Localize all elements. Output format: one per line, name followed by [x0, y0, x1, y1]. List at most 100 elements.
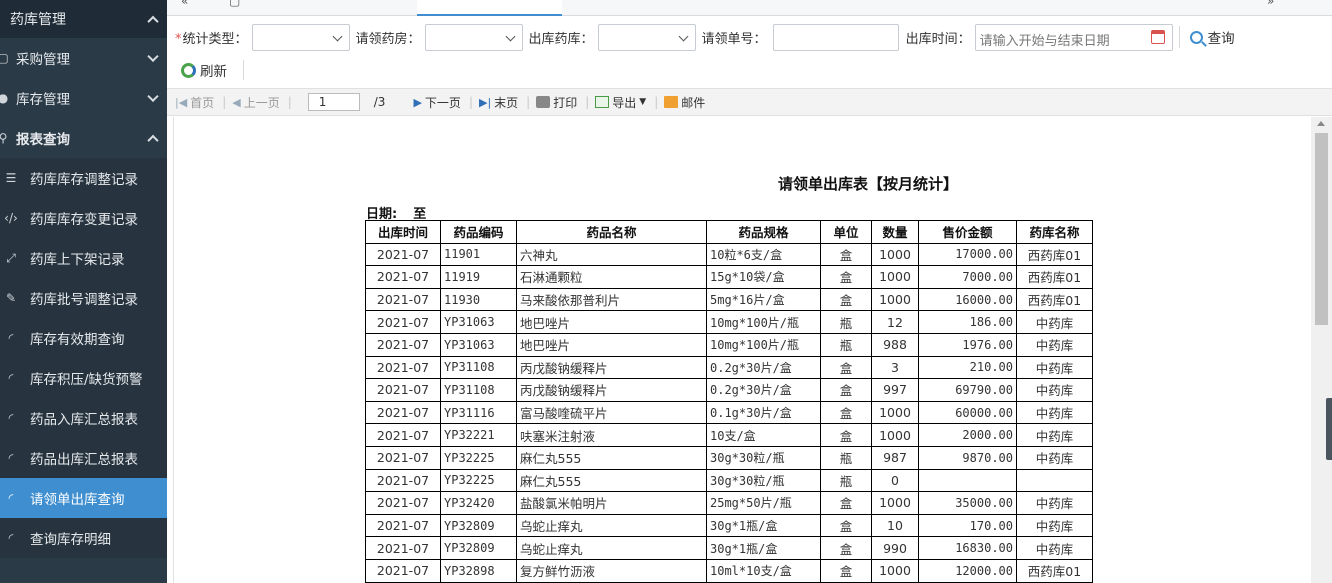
tab-scroll-right-icon[interactable]: »: [1267, 0, 1274, 8]
table-cell: 10ml*10支/盒: [706, 558, 821, 583]
table-cell: 11930: [440, 287, 517, 312]
table-cell: 西药库01: [1016, 242, 1093, 267]
mail-button[interactable]: 邮件: [664, 94, 705, 111]
report-title: 请领单出库表【按月统计】: [777, 175, 958, 193]
table-cell: 0: [871, 468, 919, 493]
sidebar-item-expiry[interactable]: ◜ 库存有效期查询: [0, 318, 167, 358]
query-button[interactable]: 查询: [1189, 27, 1235, 47]
table-cell: 盐酸氯米帕明片: [516, 491, 707, 515]
table-row: 2021-07 YP31108 丙戊酸钠缓释片 0.2g*30片/盒盒 997 69790…: [365, 378, 1093, 402]
table-cell: 2021-07: [365, 423, 441, 447]
next-page-label: 下一页: [424, 95, 461, 110]
table-cell: 西药库01: [1016, 287, 1093, 312]
sidebar-item-outbound-summary[interactable]: ◜ 药品出库汇总报表: [0, 438, 167, 478]
table-row: 2021-07 11919 石淋通颗粒 15g*10袋/盒盒 1000 7000.00 西药…: [365, 265, 1093, 289]
table-header-row: 出库时间 药品编码 药品名称 药品规格 单位 数量 售价金额 药库名称: [365, 220, 1093, 244]
rss-icon: ◜: [8, 451, 14, 465]
sidebar-item-inbound-summary[interactable]: ◜ 药品入库汇总报表: [0, 398, 167, 438]
table-cell: 瓶: [820, 310, 872, 334]
divider: |: [287, 95, 292, 109]
warehouse-label: 出库药库：: [528, 31, 594, 47]
table-cell: 中药库: [1016, 536, 1093, 560]
table-cell: 990: [871, 536, 919, 560]
tab-square-icon[interactable]: ▢: [229, 0, 240, 8]
rss-icon: ◜: [8, 371, 14, 385]
stat-type-select[interactable]: [251, 23, 350, 51]
sidebar-item-stock-adjust[interactable]: ☰ 药库库存调整记录: [0, 158, 167, 198]
vertical-scrollbar[interactable]: [1311, 117, 1332, 583]
table-cell: 0.2g*30片/盒: [706, 378, 821, 402]
table-cell: 丙戊酸钠缓释片: [516, 378, 707, 402]
sidebar: 药库管理 ▢ 采购管理 ● 库存管理 ⚲ 报表查询 ☰ 药库库存调整记录 ‹/›…: [0, 0, 167, 583]
table-cell: 17000.00: [918, 242, 1017, 267]
table-cell: 30g*1瓶/盒: [706, 536, 821, 560]
table-cell: 35000.00: [918, 491, 1017, 515]
divider: |: [585, 95, 590, 109]
refresh-row: 刷新: [181, 58, 244, 82]
sidebar-item-label: 请领单出库查询: [30, 492, 125, 508]
prev-page-label: 上一页: [243, 95, 280, 110]
sidebar-item-label: 药库上下架记录: [30, 252, 125, 268]
side-handle[interactable]: [1326, 398, 1332, 460]
table-cell: 10支/盒: [706, 423, 821, 447]
page-total: /3: [373, 95, 386, 109]
table-row: 2021-07 YP32225 麻仁丸555 30g*30粒/瓶瓶 987 9870.00…: [365, 445, 1093, 470]
export-button[interactable]: 导出 ▼: [595, 94, 646, 111]
main-area: « ▢ » *统计类型： 请领药房： 出库药库： 请领单号： 出库时间： 请输入…: [167, 0, 1332, 583]
table-cell: YP31063: [440, 332, 517, 357]
sidebar-item-shelf[interactable]: ⤢ 药库上下架记录: [0, 238, 167, 278]
table-cell: 盒: [820, 536, 872, 560]
time-label: 出库时间：: [905, 31, 971, 47]
table-row: 2021-07 11930 马来酸依那普利片 5mg*16片/盒盒 1000 16000.…: [365, 287, 1093, 312]
scroll-up-icon[interactable]: [1317, 121, 1325, 126]
warehouse-select[interactable]: [597, 23, 696, 51]
export-icon: [595, 96, 610, 108]
table-cell: 盒: [820, 400, 872, 425]
table-cell: 瓶: [820, 445, 872, 470]
sidebar-item-requisition-outbound[interactable]: ◜ 请领单出库查询: [0, 478, 167, 518]
refresh-button[interactable]: 刷新: [181, 60, 227, 80]
first-page-button[interactable]: |◀ 首页: [175, 94, 214, 111]
sidebar-item-overstock[interactable]: ◜ 库存积压/缺货预警: [0, 358, 167, 398]
stat-type-label-text: 统计类型：: [182, 31, 248, 47]
sidebar-section-reports[interactable]: ⚲ 报表查询: [0, 118, 167, 158]
scroll-thumb[interactable]: [1315, 133, 1328, 325]
order-no-label: 请领单号：: [701, 31, 767, 47]
sidebar-item-stock-change[interactable]: ‹/› 药库库存变更记录: [0, 198, 167, 238]
divider: |: [654, 95, 659, 109]
table-cell: 2021-07: [365, 242, 441, 267]
sidebar-section-purchase[interactable]: ▢ 采购管理: [0, 38, 167, 78]
last-page-button[interactable]: ▶| 末页: [479, 94, 518, 111]
table-cell: [1016, 468, 1093, 493]
table-cell: 2021-07: [365, 468, 441, 493]
table-cell: 1000: [871, 558, 919, 583]
date-range-input[interactable]: 请输入开始与结束日期: [974, 23, 1173, 51]
table-cell: 10粒*6支/盒: [706, 242, 821, 267]
page-number-input[interactable]: 1: [307, 93, 360, 111]
tab-scroll-left-icon[interactable]: «: [181, 0, 188, 8]
sidebar-header[interactable]: 药库管理: [0, 0, 167, 38]
sidebar-section-stock[interactable]: ● 库存管理: [0, 78, 167, 118]
chevron-down-icon: [147, 90, 159, 103]
table-cell: YP32225: [440, 445, 517, 470]
last-page-label: 末页: [494, 95, 519, 110]
divider: |: [222, 95, 227, 109]
pharmacy-select[interactable]: [424, 23, 523, 51]
tab-active[interactable]: [417, 0, 562, 16]
column-header: 单位: [820, 220, 872, 244]
table-cell: 盒: [820, 558, 872, 583]
print-button[interactable]: 打印: [536, 94, 577, 111]
calendar-icon[interactable]: [1150, 29, 1165, 44]
date-range-placeholder: 请输入开始与结束日期: [979, 33, 1110, 49]
next-page-button[interactable]: ▶ 下一页: [413, 94, 460, 111]
prev-page-button[interactable]: ◀ 上一页: [232, 94, 279, 111]
table-cell: 2021-07: [365, 355, 441, 380]
column-header: 药库名称: [1016, 220, 1093, 244]
table-cell: 中药库: [1016, 491, 1093, 515]
divider: [243, 60, 244, 80]
sidebar-item-stock-detail[interactable]: ◜ 查询库存明细: [0, 518, 167, 558]
table-cell: 0.2g*30片/盒: [706, 355, 821, 380]
order-no-input[interactable]: [772, 23, 899, 51]
sidebar-item-batch-adjust[interactable]: ✎ 药库批号调整记录: [0, 278, 167, 318]
table-cell: 中药库: [1016, 378, 1093, 402]
